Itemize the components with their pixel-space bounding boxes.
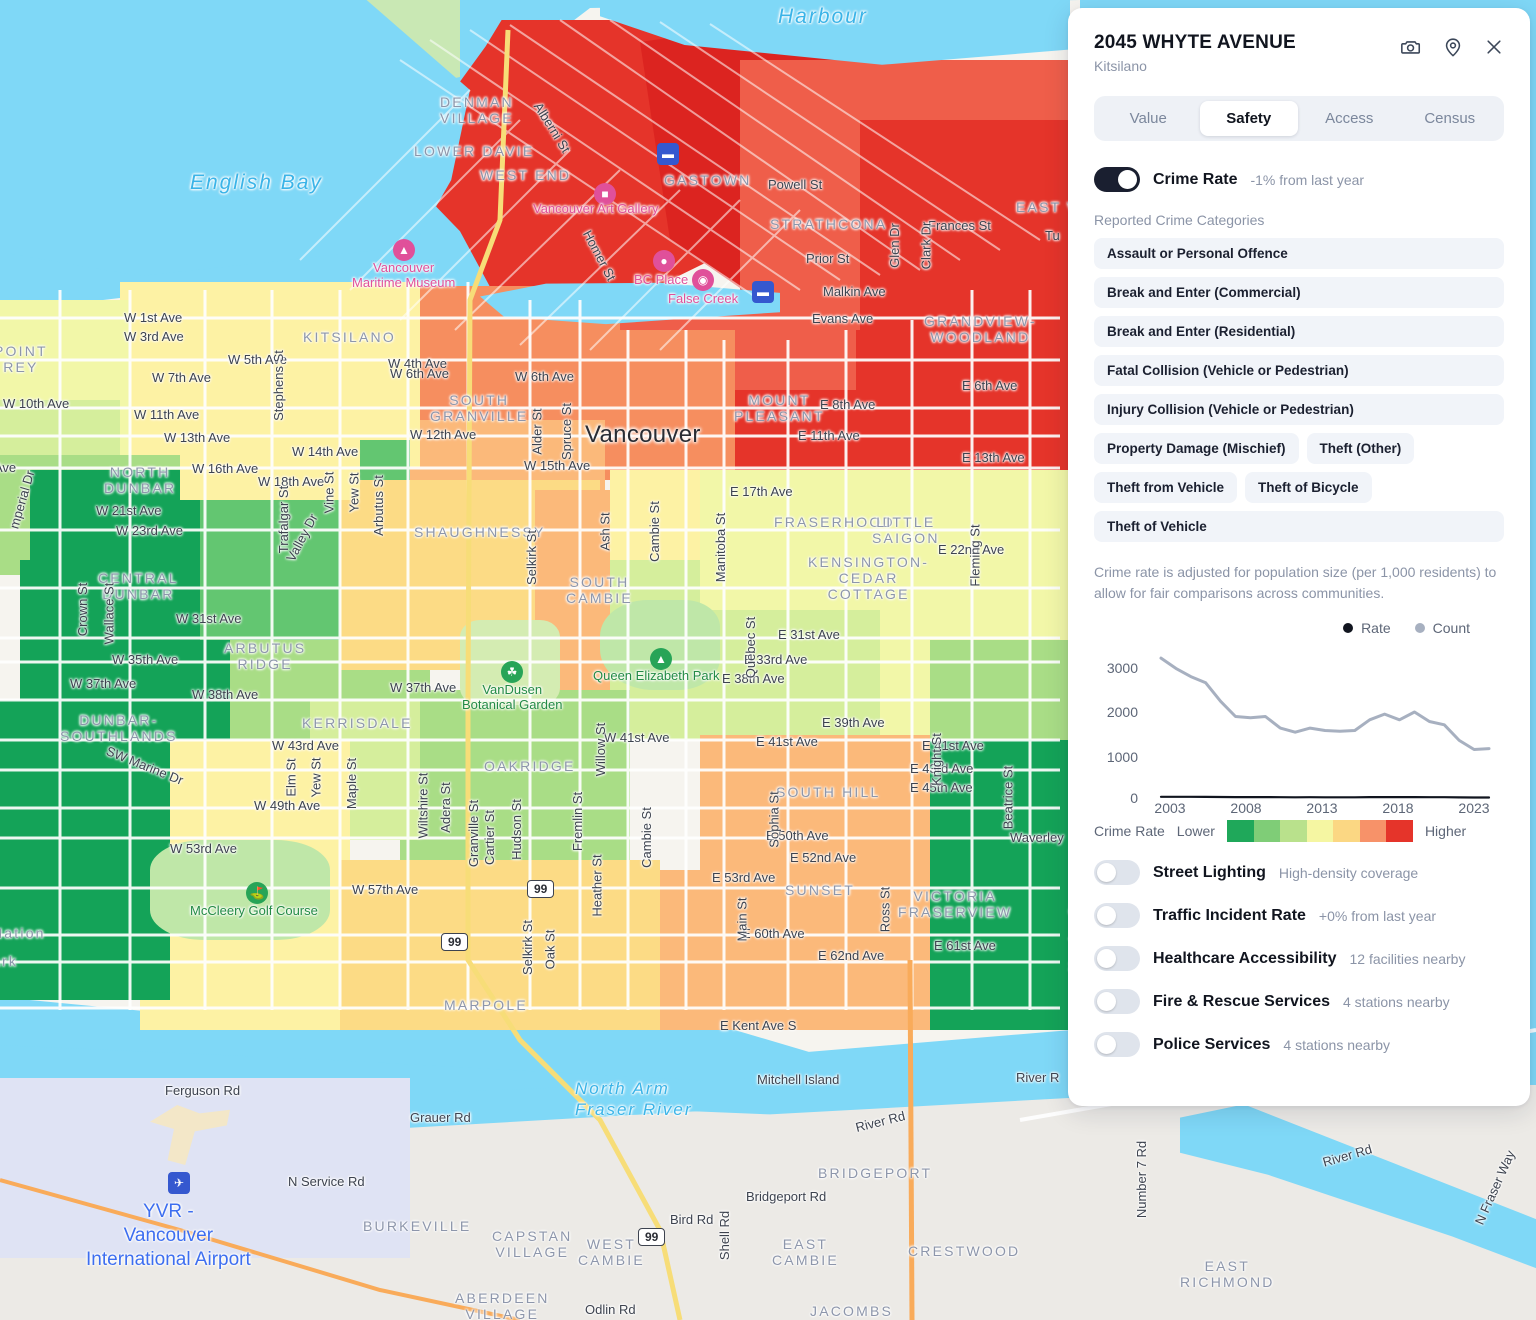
additional-layer-toggles: Street Lighting High-density coverage Tr…	[1094, 860, 1504, 1057]
street-lighting-meta: High-density coverage	[1278, 864, 1419, 881]
colorbar-swatch-5	[1359, 820, 1387, 842]
colorbar-gradient	[1226, 820, 1413, 842]
x-tick-2018: 2018	[1382, 800, 1414, 816]
toggle-row-traffic-incident-rate: Traffic Incident Rate +0% from last year	[1094, 903, 1504, 928]
legend-label-rate: Rate	[1361, 620, 1391, 636]
crime-trend-chart[interactable]: 3000 2000 1000 0 2003 2008 2013 2018 202…	[1094, 640, 1504, 816]
highway-shield-99-b: 99	[441, 933, 469, 951]
chip-theft-from-vehicle[interactable]: Theft from Vehicle	[1094, 472, 1238, 503]
chip-injury-collision[interactable]: Injury Collision (Vehicle or Pedestrian)	[1094, 394, 1504, 425]
chip-break-enter-residential[interactable]: Break and Enter (Residential)	[1094, 316, 1504, 347]
panel-header-text: 2045 WHYTE AVENUE Kitsilano	[1094, 32, 1296, 74]
x-tick-2008: 2008	[1230, 800, 1262, 816]
traffic-incident-rate-label: Traffic Incident Rate	[1153, 906, 1306, 924]
traffic-incident-rate-meta: +0% from last year	[1318, 907, 1437, 924]
property-safety-panel: 2045 WHYTE AVENUE Kitsilano Value Safety…	[1068, 8, 1530, 1106]
legend-item-rate[interactable]: Rate	[1343, 620, 1391, 636]
y-tick-1000: 1000	[1106, 749, 1138, 765]
crime-rate-delta: -1% from last year	[1250, 171, 1365, 188]
healthcare-accessibility-label: Healthcare Accessibility	[1153, 949, 1337, 967]
golf-course-icon[interactable]: ⛳	[246, 882, 268, 904]
street-lighting-toggle[interactable]	[1094, 860, 1140, 885]
crime-categories-label: Reported Crime Categories	[1094, 212, 1265, 228]
crime-rate-colorbar: Crime Rate Lower Higher	[1094, 820, 1504, 842]
y-tick-3000: 3000	[1106, 660, 1138, 676]
crime-rate-toggle-row: Crime Rate -1% from last year	[1094, 167, 1504, 192]
chip-theft-of-vehicle[interactable]: Theft of Vehicle	[1094, 511, 1504, 542]
chip-fatal-collision[interactable]: Fatal Collision (Vehicle or Pedestrian)	[1094, 355, 1504, 386]
chip-break-enter-commercial[interactable]: Break and Enter (Commercial)	[1094, 277, 1504, 308]
close-icon[interactable]	[1484, 37, 1504, 57]
airport-icon[interactable]: ✈	[168, 1172, 190, 1194]
colorbar-swatch-6	[1386, 820, 1413, 842]
chart-svg	[1159, 656, 1491, 799]
police-services-label: Police Services	[1153, 1035, 1271, 1053]
healthcare-accessibility-meta: 12 facilities nearby	[1349, 950, 1466, 967]
panel-header: 2045 WHYTE AVENUE Kitsilano	[1094, 32, 1504, 74]
toggle-row-police-services: Police Services 4 stations nearby	[1094, 1032, 1504, 1057]
y-tick-2000: 2000	[1106, 704, 1138, 720]
colorbar-swatch-3	[1306, 820, 1334, 842]
x-tick-2023: 2023	[1458, 800, 1490, 816]
stadium-icon[interactable]: ◉	[692, 269, 714, 291]
fire-rescue-services-label: Fire & Rescue Services	[1153, 992, 1330, 1010]
highway-shield-99-c: 99	[638, 1228, 666, 1246]
queen-elizabeth-park-icon[interactable]: ▲	[650, 648, 672, 670]
fire-rescue-services-toggle[interactable]	[1094, 989, 1140, 1014]
colorbar-high-label: Higher	[1424, 823, 1467, 839]
panel-subtitle: Kitsilano	[1094, 58, 1147, 74]
camera-icon[interactable]	[1400, 36, 1422, 58]
tab-census[interactable]: Census	[1401, 101, 1500, 136]
legend-swatch-rate	[1343, 623, 1354, 633]
tab-access[interactable]: Access	[1300, 101, 1399, 136]
colorbar-swatch-0	[1226, 820, 1254, 842]
page-title: 2045 WHYTE AVENUE	[1094, 32, 1296, 53]
legend-label-count: Count	[1432, 620, 1470, 636]
crime-rate-label: Crime Rate	[1153, 170, 1238, 188]
fire-rescue-services-meta: 4 stations nearby	[1343, 993, 1450, 1010]
chip-property-damage[interactable]: Property Damage (Mischief)	[1094, 433, 1299, 464]
tab-safety[interactable]: Safety	[1199, 101, 1298, 136]
toggle-row-fire-rescue-services: Fire & Rescue Services 4 stations nearby	[1094, 989, 1504, 1014]
map-pin-icon[interactable]	[1442, 36, 1464, 58]
crime-rate-note: Crime rate is adjusted for population si…	[1094, 564, 1497, 601]
bc-place-icon[interactable]: ●	[653, 250, 675, 272]
chart-legend: Rate Count	[1094, 620, 1504, 636]
crime-categories-chip-list: Assault or Personal Offence Break and En…	[1094, 238, 1504, 542]
colorbar-swatch-1	[1253, 820, 1281, 842]
police-services-toggle[interactable]	[1094, 1032, 1140, 1057]
chip-theft-other[interactable]: Theft (Other)	[1306, 433, 1415, 464]
traffic-incident-rate-toggle[interactable]	[1094, 903, 1140, 928]
toggle-row-healthcare-accessibility: Healthcare Accessibility 12 facilities n…	[1094, 946, 1504, 971]
toggle-row-street-lighting: Street Lighting High-density coverage	[1094, 860, 1504, 885]
panel-tabs: Value Safety Access Census	[1094, 96, 1504, 141]
colorbar-swatch-4	[1333, 820, 1360, 842]
transit-icon-2[interactable]: ▬	[752, 281, 774, 303]
transit-icon-1[interactable]: ▬	[657, 143, 679, 165]
tab-value[interactable]: Value	[1099, 101, 1198, 136]
healthcare-accessibility-toggle[interactable]	[1094, 946, 1140, 971]
police-services-meta: 4 stations nearby	[1283, 1036, 1391, 1053]
chip-theft-of-bicycle[interactable]: Theft of Bicycle	[1245, 472, 1372, 503]
street-lighting-label: Street Lighting	[1153, 863, 1266, 881]
x-tick-2013: 2013	[1306, 800, 1338, 816]
vandusen-icon[interactable]: ☘	[501, 661, 523, 683]
chip-assault[interactable]: Assault or Personal Offence	[1094, 238, 1504, 269]
colorbar-title: Crime Rate	[1094, 823, 1165, 839]
legend-item-count[interactable]: Count	[1414, 620, 1470, 636]
crime-rate-toggle[interactable]	[1094, 167, 1140, 192]
highway-shield-99-a: 99	[527, 880, 555, 898]
x-tick-2003: 2003	[1154, 800, 1186, 816]
art-gallery-icon[interactable]: ■	[594, 183, 616, 205]
maritime-museum-icon[interactable]: ▲	[393, 239, 415, 261]
colorbar-swatch-2	[1280, 820, 1307, 842]
legend-swatch-count	[1414, 623, 1425, 633]
panel-header-actions	[1400, 32, 1504, 58]
y-tick-0: 0	[1130, 790, 1138, 806]
colorbar-low-label: Lower	[1176, 823, 1215, 839]
